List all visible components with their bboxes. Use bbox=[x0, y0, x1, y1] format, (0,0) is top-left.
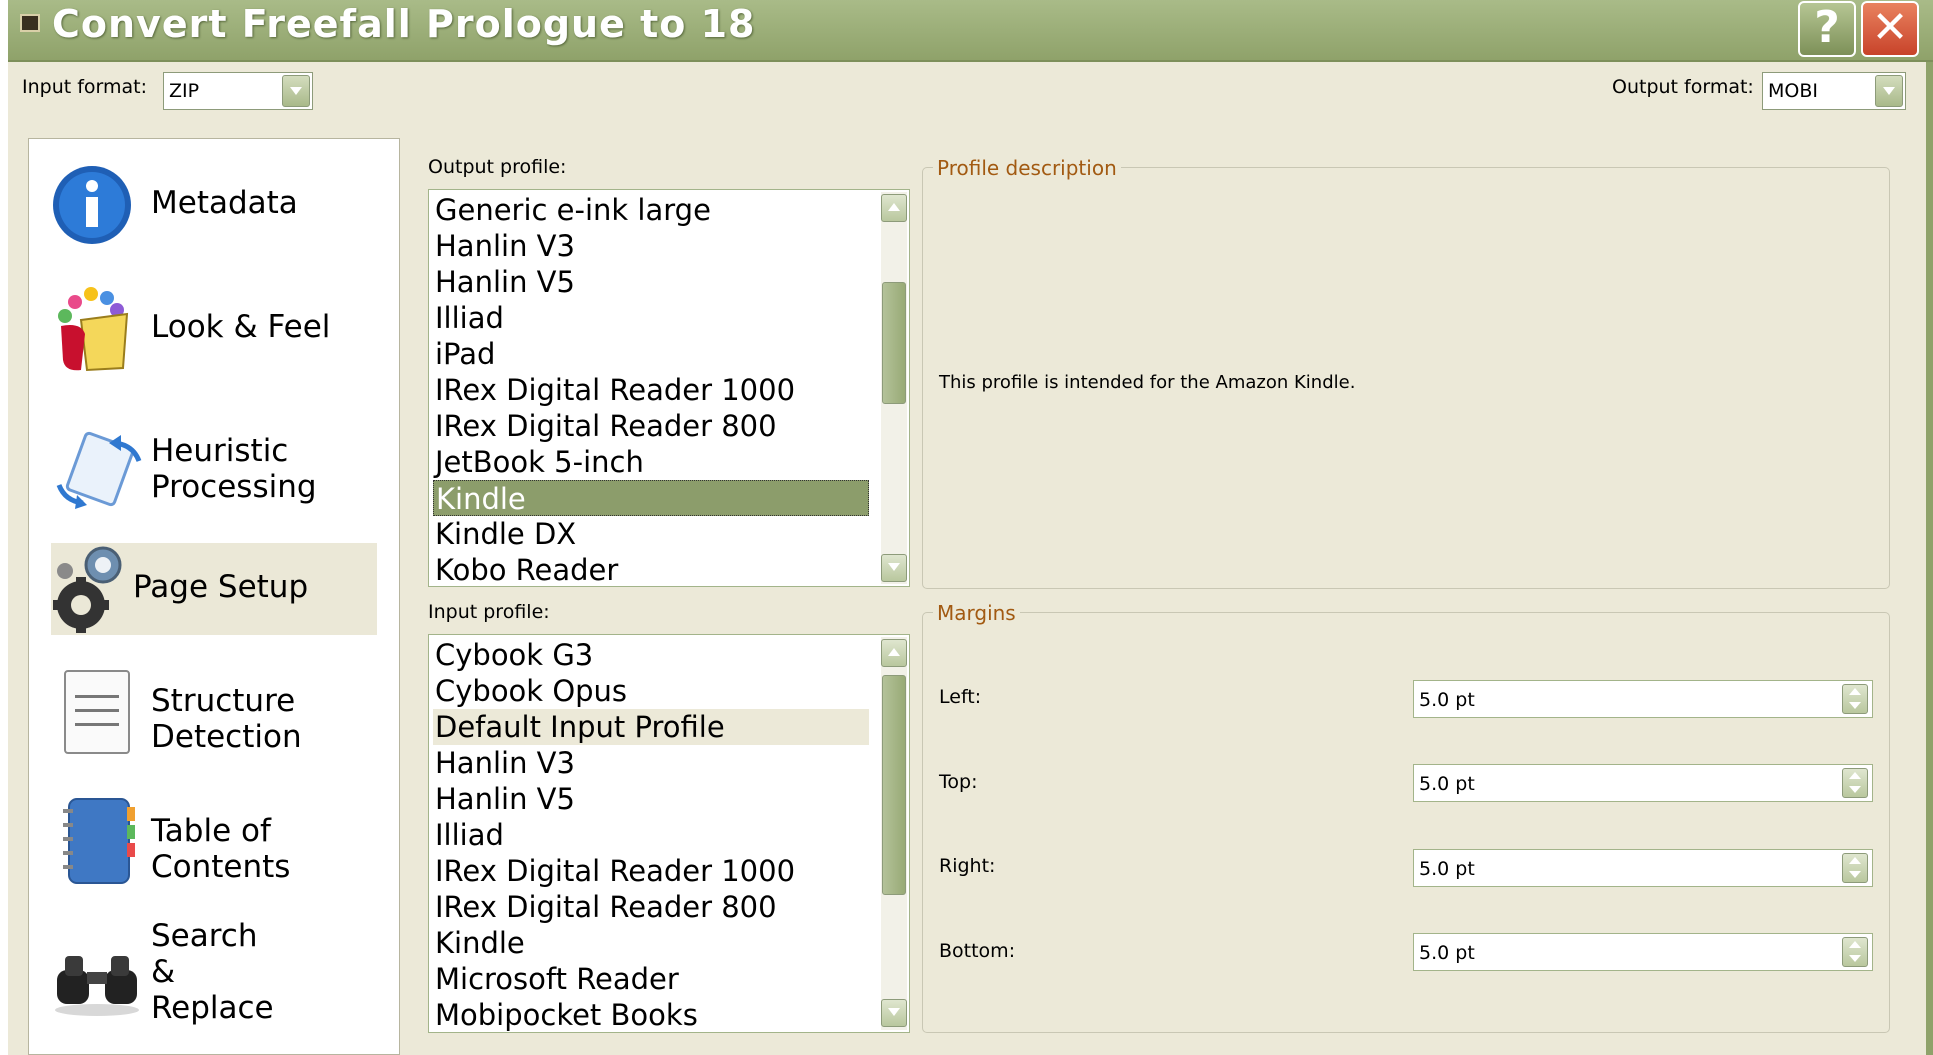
margin-right-value: 5.0 pt bbox=[1419, 858, 1475, 880]
help-button[interactable]: ? bbox=[1798, 1, 1856, 57]
list-item[interactable]: Kobo Reader bbox=[433, 552, 869, 586]
input-profile-list[interactable]: Cybook G3 Cybook Opus Default Input Profil… bbox=[428, 634, 910, 1033]
scroll-up-arrow-icon[interactable] bbox=[881, 639, 907, 667]
app-icon bbox=[20, 14, 40, 32]
scroll-up-arrow-icon[interactable] bbox=[881, 194, 907, 222]
list-item[interactable]: JetBook 5-inch bbox=[433, 444, 869, 480]
scroll-thumb[interactable] bbox=[882, 282, 906, 404]
sidebar-item-page-setup[interactable]: Page Setup bbox=[51, 543, 377, 635]
list-item[interactable]: Microsoft Reader bbox=[433, 961, 869, 997]
sidebar-item-search-replace[interactable]: Search & Replace bbox=[51, 914, 377, 1054]
window-frame bbox=[1926, 62, 1933, 1055]
chevron-down-icon[interactable] bbox=[1875, 75, 1903, 107]
output-format-value: MOBI bbox=[1768, 80, 1818, 102]
margin-bottom-input[interactable]: 5.0 pt bbox=[1413, 933, 1873, 971]
list-item[interactable]: IRex Digital Reader 1000 bbox=[433, 853, 869, 889]
list-item[interactable]: iPad bbox=[433, 336, 869, 372]
list-item[interactable]: IRex Digital Reader 800 bbox=[433, 408, 869, 444]
close-button[interactable]: ✕ bbox=[1861, 1, 1919, 57]
margin-left-label: Left: bbox=[939, 686, 982, 708]
margin-top-input[interactable]: 5.0 pt bbox=[1413, 764, 1873, 802]
list-item[interactable]: Kindle DX bbox=[433, 516, 869, 552]
sidebar-item-label: Search & Replace bbox=[151, 918, 274, 1026]
list-item[interactable]: Cybook G3 bbox=[433, 637, 869, 673]
sidebar-item-label: Table of Contents bbox=[151, 813, 291, 885]
gears-icon bbox=[53, 546, 122, 633]
spinner-arrows-icon[interactable] bbox=[1842, 937, 1868, 967]
sidebar-item-metadata[interactable]: Metadata bbox=[51, 159, 377, 254]
list-item[interactable]: IRex Digital Reader 1000 bbox=[433, 372, 869, 408]
document-icon bbox=[64, 670, 130, 754]
binoculars-icon bbox=[55, 956, 139, 1016]
input-format-label: Input format: bbox=[22, 76, 148, 98]
sidebar-item-heuristic-processing[interactable]: Heuristic Processing bbox=[51, 409, 377, 539]
scroll-thumb[interactable] bbox=[882, 675, 906, 895]
scroll-down-arrow-icon[interactable] bbox=[881, 554, 907, 582]
margin-left-value: 5.0 pt bbox=[1419, 689, 1475, 711]
output-profile-label: Output profile: bbox=[428, 156, 567, 178]
list-item[interactable]: Kindle bbox=[433, 480, 869, 516]
output-profile-list[interactable]: Generic e-ink large Hanlin V3 Hanlin V5 Ill… bbox=[428, 189, 910, 587]
sidebar-item-structure-detection[interactable]: Structure Detection bbox=[51, 659, 377, 769]
margin-right-input[interactable]: 5.0 pt bbox=[1413, 849, 1873, 887]
output-profile-scrollbar[interactable] bbox=[881, 192, 907, 584]
list-item[interactable]: Illiad bbox=[433, 817, 869, 853]
list-item[interactable]: Cybook Opus bbox=[433, 673, 869, 709]
window-title: Convert Freefall Prologue to 18 bbox=[52, 2, 756, 46]
heuristic-arrows-icon bbox=[56, 431, 142, 509]
sidebar-item-label: Look & Feel bbox=[151, 309, 331, 345]
list-item[interactable]: Default Input Profile bbox=[433, 709, 869, 745]
sidebar-item-table-of-contents[interactable]: Table of Contents bbox=[51, 789, 377, 901]
info-icon bbox=[53, 166, 131, 244]
input-profile-label: Input profile: bbox=[428, 601, 550, 623]
margins-title: Margins bbox=[933, 601, 1020, 625]
sidebar-item-label: Metadata bbox=[151, 185, 298, 221]
profile-description-text: This profile is intended for the Amazon … bbox=[939, 372, 1356, 393]
margin-top-value: 5.0 pt bbox=[1419, 773, 1475, 795]
spinner-arrows-icon[interactable] bbox=[1842, 768, 1868, 798]
list-item[interactable]: Hanlin V3 bbox=[433, 745, 869, 781]
output-format-label: Output format: bbox=[1612, 76, 1754, 98]
chevron-down-icon[interactable] bbox=[282, 75, 310, 107]
margin-bottom-value: 5.0 pt bbox=[1419, 942, 1475, 964]
scroll-down-arrow-icon[interactable] bbox=[881, 999, 907, 1027]
margin-right-label: Right: bbox=[939, 855, 996, 877]
title-bar[interactable]: Convert Freefall Prologue to 18 ? ✕ bbox=[8, 0, 1933, 62]
paint-bucket-icon bbox=[58, 287, 129, 372]
sidebar-item-label: Page Setup bbox=[133, 569, 309, 605]
list-item[interactable]: Hanlin V5 bbox=[433, 264, 869, 300]
list-item[interactable]: Mobipocket Books bbox=[433, 997, 869, 1032]
margin-top-label: Top: bbox=[939, 771, 978, 793]
list-item[interactable]: IRex Digital Reader 800 bbox=[433, 889, 869, 925]
margin-left-input[interactable]: 5.0 pt bbox=[1413, 680, 1873, 718]
sidebar-item-label: Heuristic Processing bbox=[151, 433, 317, 505]
settings-sidebar: Metadata Look & Feel Heuristic Processin… bbox=[28, 138, 400, 1055]
list-item[interactable]: Hanlin V5 bbox=[433, 781, 869, 817]
list-item[interactable]: Kindle bbox=[433, 925, 869, 961]
input-format-select[interactable]: ZIP bbox=[163, 72, 313, 110]
input-format-value: ZIP bbox=[169, 80, 200, 102]
list-item[interactable]: Hanlin V3 bbox=[433, 228, 869, 264]
sidebar-item-label: Structure Detection bbox=[151, 683, 302, 755]
profile-description-group: Profile description This profile is inte… bbox=[922, 156, 1890, 589]
output-format-select[interactable]: MOBI bbox=[1762, 72, 1906, 110]
spinner-arrows-icon[interactable] bbox=[1842, 853, 1868, 883]
spinner-arrows-icon[interactable] bbox=[1842, 684, 1868, 714]
list-item[interactable]: Illiad bbox=[433, 300, 869, 336]
margin-bottom-label: Bottom: bbox=[939, 940, 1016, 962]
sidebar-item-look-feel[interactable]: Look & Feel bbox=[51, 279, 377, 389]
list-item[interactable]: Generic e-ink large bbox=[433, 192, 869, 228]
profile-description-title: Profile description bbox=[933, 156, 1121, 180]
input-profile-scrollbar[interactable] bbox=[881, 637, 907, 1030]
notebook-icon bbox=[63, 798, 135, 884]
